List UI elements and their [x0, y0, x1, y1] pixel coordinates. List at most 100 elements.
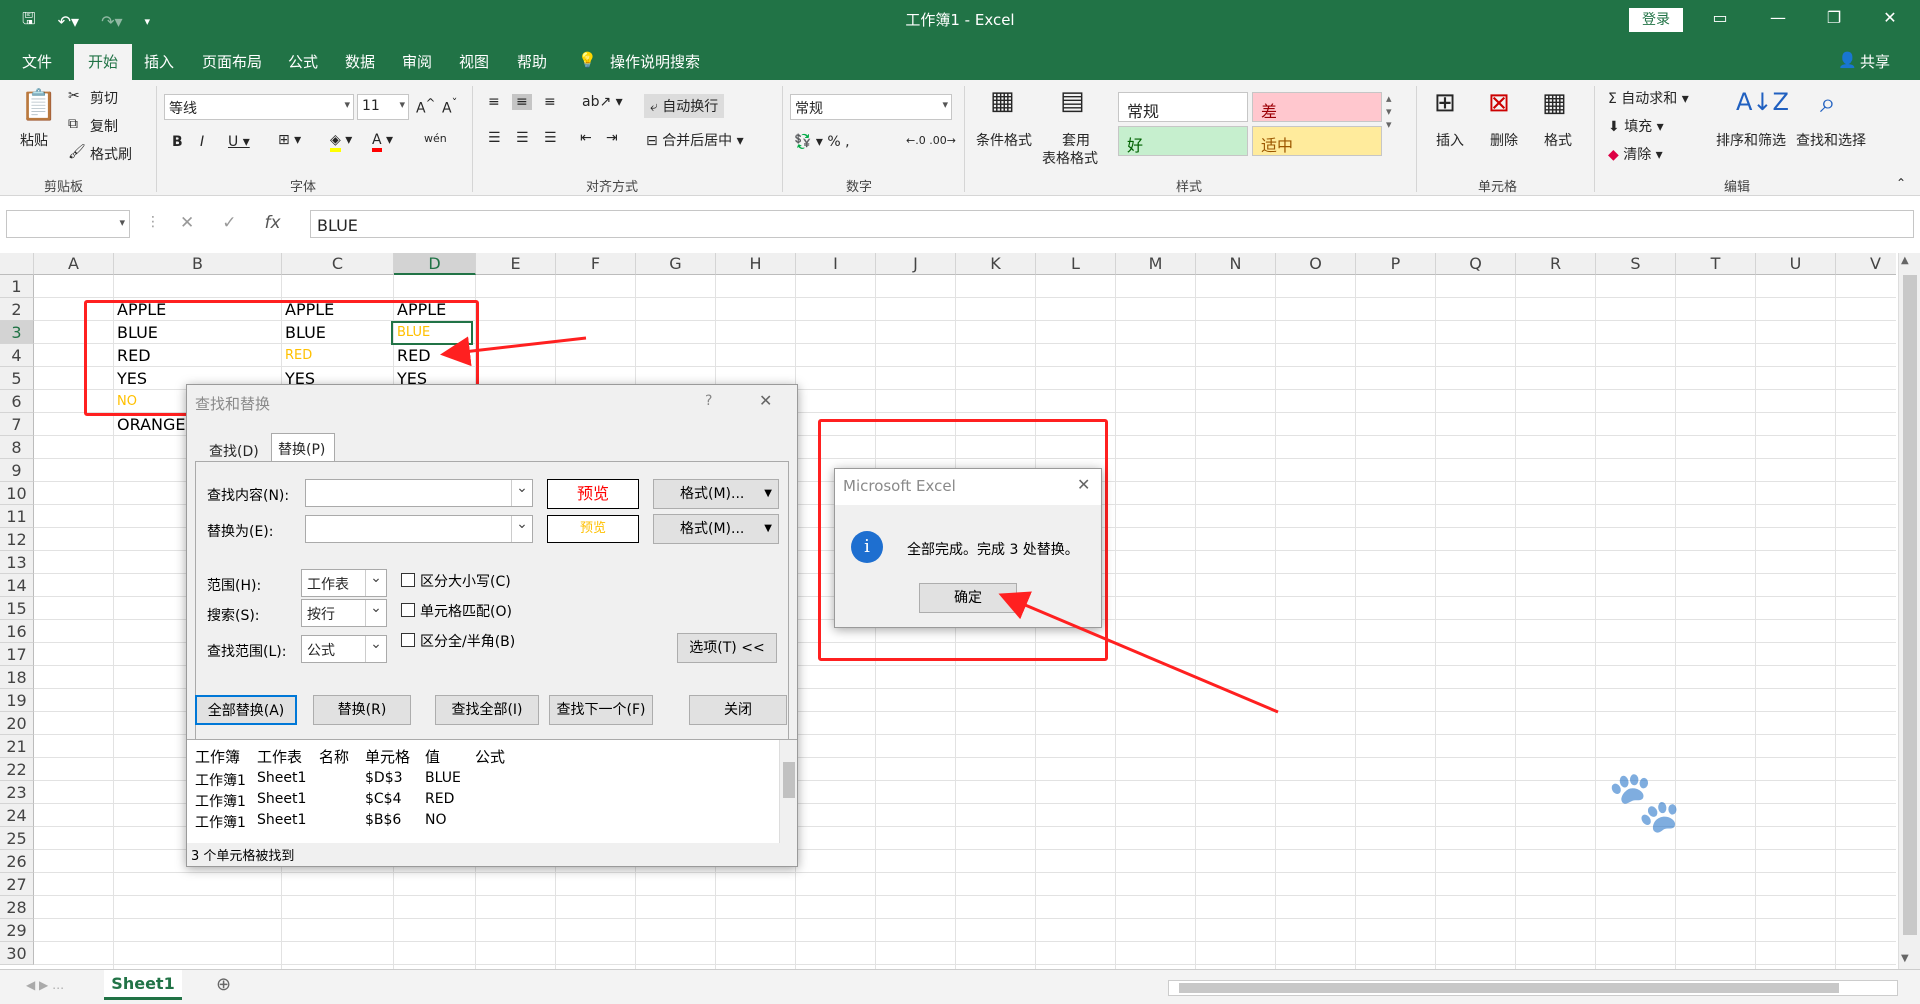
replace-button[interactable]: 替换(R) — [313, 695, 411, 725]
increase-indent-icon[interactable]: ⇥ — [606, 130, 618, 146]
grow-font-icon[interactable]: A^ — [416, 96, 435, 117]
results-row-cell[interactable]: $D$3 — [365, 770, 403, 786]
align-center-icon[interactable]: ☰ — [516, 130, 529, 146]
close-button[interactable]: 关闭 — [689, 695, 787, 725]
column-header-u[interactable]: U — [1756, 253, 1836, 275]
row-header-29[interactable]: 29 — [0, 919, 34, 942]
results-header-cell[interactable]: 单元格 — [365, 746, 410, 767]
results-header-cell[interactable]: 名称 — [319, 746, 349, 767]
tab-data[interactable]: 数据 — [345, 51, 375, 72]
tab-insert[interactable]: 插入 — [144, 51, 174, 72]
results-row-cell[interactable]: NO — [425, 812, 447, 828]
sort-filter-button[interactable]: 排序和筛选 — [1716, 130, 1786, 150]
insert-function-icon[interactable]: fx — [265, 213, 281, 233]
align-bottom-icon[interactable]: ≡ — [544, 94, 556, 110]
font-size-combo[interactable]: 11 — [357, 94, 409, 120]
tab-view[interactable]: 视图 — [459, 51, 489, 72]
row-header-15[interactable]: 15 — [0, 597, 34, 620]
wrap-text-button[interactable]: ⤶ 自动换行 — [644, 94, 725, 118]
fill-button[interactable]: ⬇ 填充 ▾ — [1608, 116, 1664, 136]
number-format-combo[interactable]: 常规 — [790, 94, 952, 120]
merge-center-button[interactable]: ⊟ 合并后居中 ▾ — [646, 130, 744, 150]
style-bad[interactable]: 差 — [1252, 92, 1382, 122]
insert-cells-button[interactable]: 插入 — [1436, 130, 1464, 150]
align-top-icon[interactable]: ≡ — [488, 94, 500, 110]
format-as-table-label2[interactable]: 表格格式 — [1042, 148, 1098, 168]
horizontal-scrollbar[interactable] — [1168, 980, 1898, 996]
row-header-12[interactable]: 12 — [0, 528, 34, 551]
format-painter-button[interactable]: 格式刷 — [90, 144, 132, 164]
results-row-cell[interactable]: $B$6 — [365, 812, 401, 828]
search-combo[interactable]: 按行 — [301, 599, 387, 627]
column-header-e[interactable]: E — [476, 253, 556, 275]
align-left-icon[interactable]: ☰ — [488, 130, 501, 146]
match-cell-checkbox[interactable]: 单元格匹配(O) — [401, 601, 512, 621]
style-normal[interactable]: 常规 — [1118, 92, 1248, 122]
row-header-22[interactable]: 22 — [0, 758, 34, 781]
phonetic-icon[interactable]: wén — [424, 132, 447, 145]
row-header-28[interactable]: 28 — [0, 896, 34, 919]
column-header-r[interactable]: R — [1516, 253, 1596, 275]
results-row-cell[interactable]: 工作簿1 — [195, 791, 246, 811]
bold-icon[interactable]: B — [172, 134, 183, 150]
share-button[interactable]: 共享 — [1860, 51, 1890, 72]
column-header-f[interactable]: F — [556, 253, 636, 275]
column-header-v[interactable]: V — [1836, 253, 1896, 275]
tab-home[interactable]: 开始 — [74, 44, 133, 80]
column-header-q[interactable]: Q — [1436, 253, 1516, 275]
decimal-icons[interactable]: ←.0 .00→ — [906, 134, 956, 147]
tab-help[interactable]: 帮助 — [517, 51, 547, 72]
row-header-6[interactable]: 6 — [0, 390, 34, 413]
results-scroll-thumb[interactable] — [783, 762, 795, 798]
row-header-17[interactable]: 17 — [0, 643, 34, 666]
accounting-icon[interactable]: 💱 ▾ % , — [794, 134, 850, 150]
column-header-t[interactable]: T — [1676, 253, 1756, 275]
results-scrollbar[interactable] — [779, 740, 797, 843]
decrease-indent-icon[interactable]: ⇤ — [580, 130, 592, 146]
column-header-o[interactable]: O — [1276, 253, 1356, 275]
horizontal-scroll-thumb[interactable] — [1179, 983, 1839, 993]
column-header-k[interactable]: K — [956, 253, 1036, 275]
font-name-combo[interactable]: 等线 — [164, 94, 354, 120]
close-window-icon[interactable]: ✕ — [1870, 8, 1910, 27]
row-header-13[interactable]: 13 — [0, 551, 34, 574]
column-header-j[interactable]: J — [876, 253, 956, 275]
format-cells-button[interactable]: 格式 — [1544, 130, 1572, 150]
results-row-cell[interactable]: Sheet1 — [257, 791, 306, 807]
cut-button[interactable]: 剪切 — [90, 88, 118, 108]
format-as-table-icon[interactable]: ▤ — [1060, 86, 1085, 116]
vertical-scrollbar[interactable]: ▲ ▼ — [1898, 253, 1920, 969]
paste-button[interactable]: 粘贴 — [20, 130, 48, 150]
row-header-3[interactable]: 3 — [0, 321, 34, 344]
column-header-p[interactable]: P — [1356, 253, 1436, 275]
row-header-10[interactable]: 10 — [0, 482, 34, 505]
results-header-cell[interactable]: 值 — [425, 746, 440, 767]
tab-review[interactable]: 审阅 — [402, 51, 432, 72]
row-header-9[interactable]: 9 — [0, 459, 34, 482]
add-sheet-icon[interactable]: ⊕ — [216, 974, 231, 995]
restore-icon[interactable]: ❐ — [1814, 8, 1854, 27]
row-header-1[interactable]: 1 — [0, 275, 34, 298]
message-box-close-icon[interactable]: ✕ — [1077, 475, 1090, 494]
results-header-cell[interactable]: 工作表 — [257, 746, 302, 767]
results-row-cell[interactable]: Sheet1 — [257, 770, 306, 786]
replace-format-button[interactable]: 格式(M)... ▼ — [653, 514, 779, 544]
row-header-24[interactable]: 24 — [0, 804, 34, 827]
column-header-s[interactable]: S — [1596, 253, 1676, 275]
column-header-c[interactable]: C — [282, 253, 394, 275]
minimize-icon[interactable]: — — [1758, 8, 1798, 27]
copy-button[interactable]: 复制 — [90, 116, 118, 136]
results-row-cell[interactable]: $C$4 — [365, 791, 402, 807]
find-select-button[interactable]: 查找和选择 — [1796, 130, 1866, 150]
row-header-2[interactable]: 2 — [0, 298, 34, 321]
font-color-icon[interactable]: A ▾ — [372, 132, 393, 152]
column-header-b[interactable]: B — [114, 253, 282, 275]
column-header-a[interactable]: A — [34, 253, 114, 275]
cell-b7[interactable]: ORANGE — [114, 413, 185, 436]
conditional-format-button[interactable]: 条件格式 — [976, 130, 1032, 150]
match-case-checkbox[interactable]: 区分大小写(C) — [401, 571, 511, 591]
tell-me-search[interactable]: 操作说明搜索 — [610, 51, 700, 72]
results-list[interactable]: 工作簿 工作表 名称 单元格值 公式 工作簿1 Sheet1 $D$3 BLUE 工作簿1 She… — [187, 739, 797, 843]
tab-file[interactable]: 文件 — [22, 51, 52, 72]
sort-filter-icon[interactable]: A↓Z — [1736, 88, 1789, 116]
